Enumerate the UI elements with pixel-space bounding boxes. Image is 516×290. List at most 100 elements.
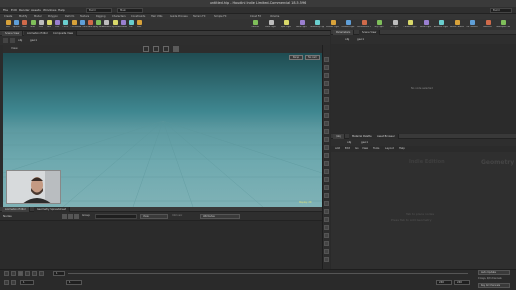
forward-arrow-icon[interactable]	[10, 38, 15, 43]
display-option-icon[interactable]	[324, 161, 329, 166]
display-option-icon[interactable]	[324, 193, 329, 198]
end-frame-field[interactable]: 240	[436, 280, 452, 285]
display-option-icon[interactable]	[324, 113, 329, 118]
shelf-tool-label: Environment Light	[356, 26, 371, 28]
desktop-combo[interactable]: Build	[86, 8, 112, 13]
jump-end-icon[interactable]	[39, 271, 44, 276]
play-icon[interactable]	[25, 271, 30, 276]
shelf-tool-sky-light[interactable]: Sky Light	[374, 20, 384, 30]
display-option-icon[interactable]	[324, 81, 329, 86]
display-option-icon[interactable]	[324, 65, 329, 70]
display-option-icon[interactable]	[324, 137, 329, 142]
shelf-tool-volume-light[interactable]: Volume Light	[326, 20, 339, 30]
menu-assets[interactable]: Assets	[31, 7, 41, 14]
display-option-icon[interactable]	[324, 145, 329, 150]
display-option-icon[interactable]	[324, 225, 329, 230]
audio-icon[interactable]	[4, 280, 9, 285]
start-frame-field-2[interactable]: 1	[66, 280, 82, 285]
points-icon[interactable]	[62, 214, 67, 219]
display-option-icon[interactable]	[324, 185, 329, 190]
display-option-icon[interactable]	[324, 129, 329, 134]
keys-status: 0 keys, 0/0 channels	[478, 277, 502, 280]
shelf-tool-font[interactable]: Font	[134, 20, 144, 30]
display-option-icon[interactable]	[324, 153, 329, 158]
display-option-icon[interactable]	[324, 249, 329, 254]
tab-hint-2: Press Tab to Add Geometry	[391, 218, 432, 222]
menu-windows[interactable]: Windows	[43, 7, 56, 14]
view-combo[interactable]: View	[140, 214, 168, 219]
display-option-icon[interactable]	[324, 89, 329, 94]
menu-render[interactable]: Render	[19, 7, 30, 14]
build-combo[interactable]: Build	[490, 8, 512, 13]
shelf-tool-switcher[interactable]: Switcher	[483, 20, 493, 30]
shelf-tool-environment-light[interactable]: Environment Light	[356, 20, 371, 30]
param-path-obj[interactable]: obj	[345, 37, 349, 42]
shelf-tool-gi-light[interactable]: GI Light	[390, 20, 400, 30]
menu-file[interactable]: File	[3, 7, 8, 14]
net-menu-go[interactable]: Go	[355, 147, 359, 150]
camera-button[interactable]: No cam	[305, 55, 320, 60]
menu-edit[interactable]: Edit	[11, 7, 17, 14]
shelf-tool-spot-light[interactable]: Spot Light	[281, 20, 291, 30]
shelf-tool-ambient-light[interactable]: Ambient Light	[434, 20, 448, 30]
shelf-tool-geometry-light[interactable]: Geometry Light	[310, 20, 324, 30]
display-option-icon[interactable]	[324, 257, 329, 262]
shelf-tool-area-light[interactable]: Area Light	[296, 20, 307, 30]
stop-icon[interactable]	[18, 271, 23, 276]
display-option-icon[interactable]	[324, 57, 329, 62]
display-option-icon[interactable]	[324, 97, 329, 102]
net-menu-edit[interactable]: Edit	[345, 147, 350, 150]
current-frame-field[interactable]: 1	[53, 271, 65, 276]
param-path-geo1[interactable]: geo1	[357, 37, 364, 42]
step-back-icon[interactable]	[11, 271, 16, 276]
net-menu-view[interactable]: View	[362, 147, 368, 150]
step-forward-icon[interactable]	[32, 271, 37, 276]
display-option-icon[interactable]	[324, 177, 329, 182]
back-arrow-icon[interactable]	[3, 38, 8, 43]
display-option-icon[interactable]	[324, 233, 329, 238]
shelf-tool-portal-light[interactable]: Portal Light	[420, 20, 431, 30]
select-tool-icon[interactable]	[143, 46, 149, 52]
persp-button[interactable]: Persp	[289, 55, 303, 60]
shelf-tool-caustic-light[interactable]: Caustic Light	[404, 20, 417, 30]
jump-start-icon[interactable]	[4, 271, 9, 276]
vertices-icon[interactable]	[68, 214, 73, 219]
display-option-icon[interactable]	[324, 241, 329, 246]
net-menu-layout[interactable]: Layout	[385, 147, 394, 150]
net-path-geo1[interactable]: geo1	[361, 140, 368, 145]
display-option-icon[interactable]	[324, 105, 329, 110]
shelf-tool-point-light[interactable]: Point Light	[265, 20, 276, 30]
path-geo1[interactable]: geo1	[30, 38, 37, 43]
key-all-button[interactable]: Key All Channels	[478, 283, 510, 288]
net-menu-add[interactable]: Add	[335, 147, 340, 150]
primitives-icon[interactable]	[74, 214, 79, 219]
start-frame-field[interactable]: 1	[20, 280, 34, 285]
net-menu-tools[interactable]: Tools	[373, 147, 379, 150]
attributes-combo[interactable]: Attributes	[200, 214, 240, 219]
shelf-tool-vr-camera[interactable]: VR Camera	[466, 20, 478, 30]
shelf-tool-gamepad-camera[interactable]: Gamepad Camera	[496, 20, 510, 30]
group-field[interactable]	[95, 214, 137, 219]
display-option-icon[interactable]	[324, 73, 329, 78]
end-frame-field-2[interactable]: 240	[454, 280, 470, 285]
shelf-tool-camera[interactable]: Camera	[250, 20, 260, 30]
realtime-icon[interactable]	[11, 280, 16, 285]
network-editor[interactable]: /obj Material Palette Asset Browser obj …	[331, 134, 516, 269]
rotate-tool-icon[interactable]	[163, 46, 169, 52]
net-menu-help[interactable]: Help	[399, 147, 405, 150]
display-option-icon[interactable]	[324, 121, 329, 126]
scale-tool-icon[interactable]	[173, 46, 179, 52]
auto-update-button[interactable]: Auto Update	[478, 270, 510, 275]
shelf-tool-stereo-camera[interactable]: Stereo Camera	[450, 20, 464, 30]
shelf-tool-distant-light[interactable]: Distant Light	[342, 20, 354, 30]
path-obj[interactable]: obj	[18, 38, 22, 43]
move-tool-icon[interactable]	[153, 46, 159, 52]
display-option-icon[interactable]	[324, 217, 329, 222]
scene-combo[interactable]: Main	[117, 8, 143, 13]
timeline-track[interactable]	[68, 273, 468, 274]
display-option-icon[interactable]	[324, 201, 329, 206]
display-option-icon[interactable]	[324, 209, 329, 214]
menu-help[interactable]: Help	[58, 7, 65, 14]
display-option-icon[interactable]	[324, 169, 329, 174]
net-path-obj[interactable]: obj	[347, 140, 351, 145]
